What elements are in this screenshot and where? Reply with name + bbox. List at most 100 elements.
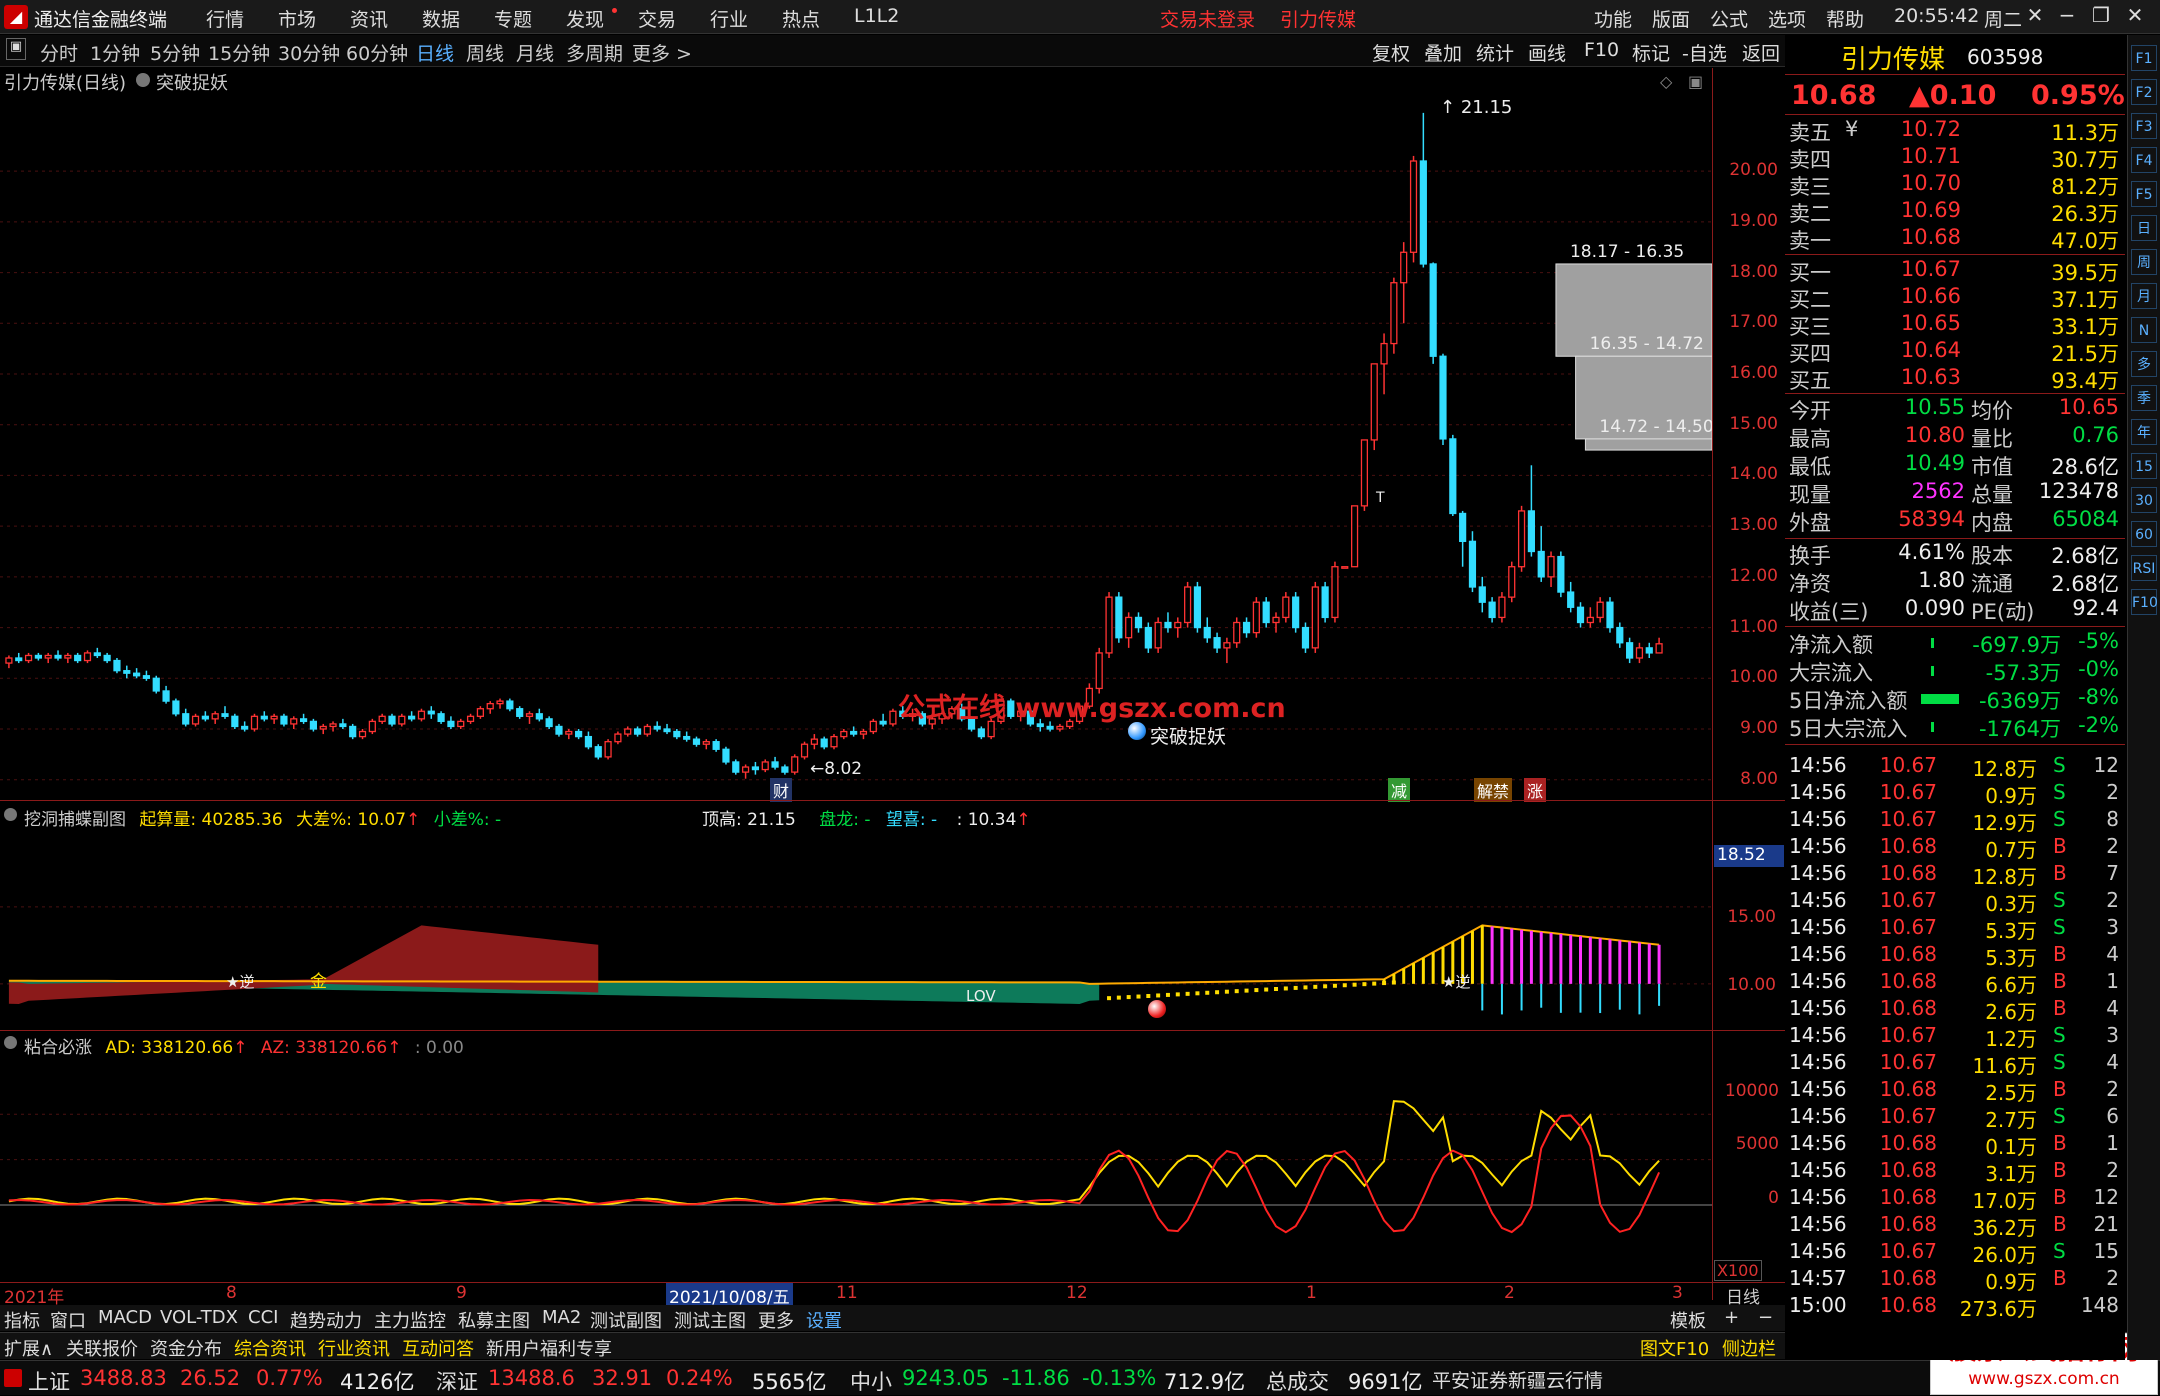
candle-body[interactable] [202, 716, 208, 719]
menu-l1l2[interactable]: L1L2 [854, 5, 899, 27]
candle-body[interactable] [635, 729, 641, 734]
period-15min[interactable]: 15分钟 [208, 39, 270, 66]
tool-draw[interactable]: 画线 [1528, 39, 1566, 66]
candle-body[interactable] [733, 762, 739, 772]
candle-body[interactable] [94, 653, 100, 656]
candle-body[interactable] [212, 714, 218, 719]
candle-body[interactable] [1528, 511, 1534, 552]
candle-body[interactable] [978, 729, 984, 737]
candle-body[interactable] [35, 655, 41, 658]
candle-body[interactable] [468, 716, 474, 721]
candle-body[interactable] [762, 762, 768, 770]
candle-body[interactable] [811, 739, 817, 744]
menu-industry[interactable]: 行业 [710, 5, 748, 32]
candle-body[interactable] [1411, 161, 1417, 252]
menu-market[interactable]: 市场 [278, 5, 316, 32]
menu-options[interactable]: 选项 [1768, 5, 1806, 32]
marker-zhang[interactable]: 涨 [1524, 778, 1546, 802]
tab-general-news[interactable]: 综合资讯 [234, 1335, 306, 1361]
toolbar-button[interactable]: F2 [2131, 79, 2157, 105]
toolbar-button[interactable]: F10 [2131, 589, 2157, 615]
sub2-settings-icon[interactable] [4, 1036, 17, 1049]
chart-expand-icon[interactable]: ▣ [1688, 72, 1703, 91]
candle-body[interactable] [1332, 567, 1338, 618]
tool-back[interactable]: 返回 [1742, 39, 1780, 66]
candle-body[interactable] [654, 726, 660, 729]
candle-body[interactable] [143, 676, 149, 679]
candle-body[interactable] [831, 737, 837, 747]
candle-body[interactable] [261, 716, 267, 719]
candle-body[interactable] [1440, 356, 1446, 439]
candle-body[interactable] [1244, 623, 1250, 633]
candle-body[interactable] [1175, 623, 1181, 628]
candle-body[interactable] [163, 691, 169, 701]
tab-settings[interactable]: 设置 [806, 1307, 842, 1333]
bid-row[interactable]: 买一 10.67 39.5万 [1785, 257, 2125, 284]
candle-body[interactable] [1047, 726, 1053, 729]
candle-body[interactable] [1479, 587, 1485, 602]
sz-label[interactable]: 深证 [436, 1366, 478, 1396]
candle-body[interactable] [104, 655, 110, 660]
toolbar-button[interactable]: 60 [2131, 521, 2157, 547]
tick-row[interactable]: 14:56 10.68 3.1万 B 2 [1785, 1158, 2125, 1185]
trade-login-alert[interactable]: 交易未登录 [1160, 5, 1255, 32]
tick-row[interactable]: 14:56 10.68 0.1万 B 1 [1785, 1131, 2125, 1158]
tick-row[interactable]: 14:56 10.67 26.0万 S 15 [1785, 1239, 2125, 1266]
candle-body[interactable] [1214, 638, 1220, 648]
sub1-settings-icon[interactable] [4, 808, 17, 821]
menu-discover[interactable]: 发现 [566, 5, 604, 32]
candle-body[interactable] [1116, 597, 1122, 638]
candle-body[interactable] [1136, 617, 1142, 627]
candle-body[interactable] [360, 732, 366, 737]
candle-body[interactable] [1096, 653, 1102, 689]
candle-body[interactable] [1234, 623, 1240, 643]
candle-body[interactable] [851, 732, 857, 735]
candle-body[interactable] [517, 709, 523, 717]
candle-body[interactable] [222, 714, 228, 717]
menu-hot[interactable]: 热点 [782, 5, 820, 32]
indicator-settings-icon[interactable] [136, 73, 150, 87]
candle-body[interactable] [1361, 440, 1367, 506]
candle-body[interactable] [1185, 587, 1191, 623]
tab-test-main[interactable]: 测试主图 [674, 1307, 746, 1333]
candle-body[interactable] [193, 716, 199, 724]
candle-body[interactable] [752, 767, 758, 770]
candle-body[interactable] [1450, 439, 1456, 514]
candle-body[interactable] [1509, 567, 1515, 597]
candle-body[interactable] [389, 716, 395, 724]
tab-private-fund[interactable]: 私募主图 [458, 1307, 530, 1333]
candle-body[interactable] [527, 714, 533, 717]
candle-body[interactable] [1558, 557, 1564, 593]
candle-body[interactable] [1371, 364, 1377, 440]
candle-body[interactable] [1293, 597, 1299, 627]
candle-body[interactable] [1617, 628, 1623, 643]
candle-body[interactable] [458, 721, 464, 726]
bid-row[interactable]: 买二 10.66 37.1万 [1785, 284, 2125, 311]
toolbar-button[interactable]: 季 [2131, 385, 2157, 411]
tab-macd[interactable]: MACD [98, 1307, 152, 1328]
candle-body[interactable] [792, 757, 798, 772]
candle-body[interactable] [1499, 597, 1505, 617]
candle-body[interactable] [674, 732, 680, 737]
close-icon[interactable]: ✕ [2120, 3, 2150, 31]
candle-body[interactable] [340, 724, 346, 727]
candle-body[interactable] [1352, 506, 1358, 567]
candle-body[interactable] [419, 711, 425, 719]
tab-related-quote[interactable]: 关联报价 [66, 1335, 138, 1361]
candle-body[interactable] [114, 661, 120, 671]
candle-body[interactable] [75, 655, 81, 660]
candle-body[interactable] [55, 655, 61, 658]
tick-row[interactable]: 14:56 10.67 11.6万 S 4 [1785, 1050, 2125, 1077]
candle-body[interactable] [1194, 587, 1200, 628]
period-5min[interactable]: 5分钟 [150, 39, 200, 66]
period-daily[interactable]: 日线 [416, 39, 454, 66]
period-60min[interactable]: 60分钟 [346, 39, 408, 66]
sub1-title[interactable]: 挖洞捕蝶副图 [24, 810, 126, 830]
candle-body[interactable] [1204, 628, 1210, 638]
candle-body[interactable] [1273, 617, 1279, 622]
ask-row[interactable]: 卖二 10.69 26.3万 [1785, 198, 2125, 225]
candle-body[interactable] [497, 701, 503, 704]
candle-body[interactable] [487, 704, 493, 709]
tick-row[interactable]: 14:56 10.68 0.7万 B 2 [1785, 834, 2125, 861]
candle-body[interactable] [1165, 623, 1171, 628]
